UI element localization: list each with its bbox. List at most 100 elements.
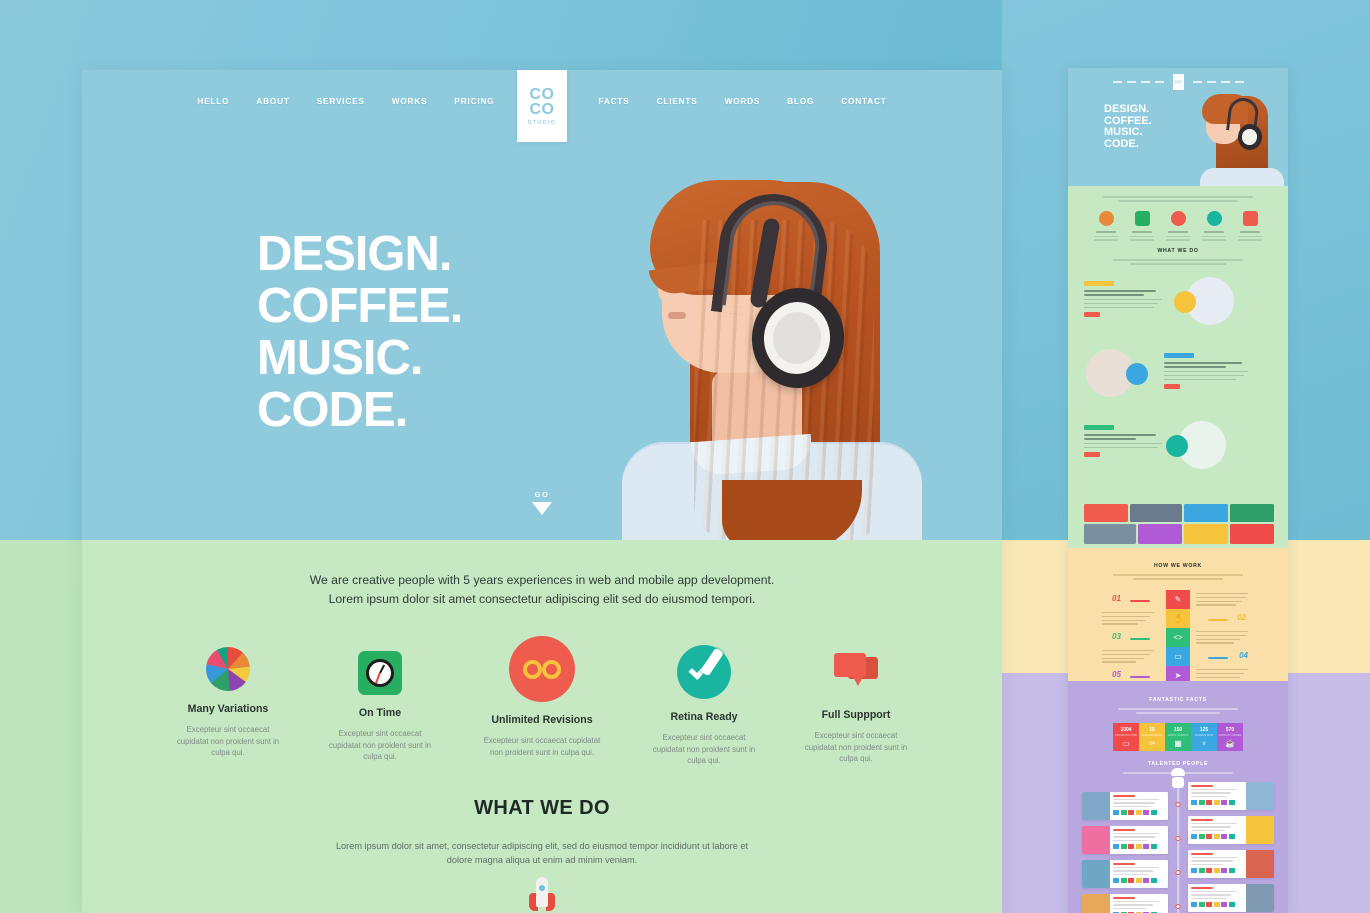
thumb-step-column: ✎ ✋ <> ▭ ➤: [1166, 590, 1190, 685]
what-we-do-subtext-line-2: dolore magna aliqua ut enim ad minim ven…: [446, 854, 638, 865]
thumb-step-text: [1196, 669, 1252, 680]
nav-item-facts[interactable]: FACTS: [598, 97, 629, 106]
service-read-more-button[interactable]: [1164, 384, 1180, 390]
thumb-portfolio-grid: [1084, 504, 1274, 546]
infinity-icon: [509, 636, 575, 702]
thumb-facts-team-section: FANTASTIC FACTS 1004 PROJECTS DONE ▭ 15 …: [1068, 681, 1288, 913]
feature-title: Unlimited Revisions: [491, 714, 593, 726]
what-we-do-subtext: Lorem ipsum dolor sit amet, consectetur …: [82, 839, 1002, 867]
hair-tip: [722, 480, 862, 540]
scroll-down-button[interactable]: GO: [532, 490, 552, 515]
feature-item[interactable]: Unlimited Revisions Excepteur sint occae…: [456, 636, 628, 767]
team-card[interactable]: [1082, 826, 1168, 854]
thumb-hero-line-1: DESIGN.: [1104, 103, 1150, 115]
feature-item[interactable]: Retina Ready Excepteur sint occaecat cup…: [628, 645, 780, 767]
portfolio-card[interactable]: [1184, 504, 1228, 522]
avatar: [1082, 860, 1110, 888]
nav-item-blog[interactable]: BLOG: [787, 97, 814, 106]
feature-item[interactable]: Full Suppport Excepteur sint occaecat cu…: [780, 647, 932, 767]
social-links[interactable]: [1113, 843, 1165, 849]
nav-item-services[interactable]: SERVICES: [317, 97, 365, 106]
feature-item[interactable]: On Time Excepteur sint occaecat cupidata…: [304, 647, 456, 767]
infinity-icon: [1170, 211, 1186, 226]
avatar: [1246, 782, 1274, 810]
avatar: [1246, 850, 1274, 878]
hero-line-2: COFFEE.: [257, 279, 463, 333]
hero-line-4: CODE.: [257, 383, 408, 437]
site-logo[interactable]: CO CO STUDIO: [517, 70, 567, 142]
nav-item-words[interactable]: WORDS: [725, 97, 761, 106]
thumb-step-number: 05: [1112, 670, 1121, 679]
nav-item-works[interactable]: WORKS: [392, 97, 428, 106]
thumb-service-block: [1068, 275, 1288, 337]
service-read-more-button[interactable]: [1084, 312, 1100, 318]
service-tag: [1084, 424, 1114, 430]
feature-text: Excepteur sint occaecat cupidatat non pr…: [652, 733, 756, 765]
trophy-icon: ♆: [1201, 738, 1207, 748]
portfolio-card[interactable]: [1184, 524, 1228, 544]
chat-bubbles-icon: [834, 653, 878, 697]
fact-caption: AWARDS WON: [1194, 733, 1214, 737]
fact-caption: CUPS OF COFFEE: [1218, 733, 1242, 737]
thumb-feature: [1237, 211, 1263, 241]
team-card[interactable]: [1188, 816, 1274, 844]
monitor-icon: [1174, 290, 1196, 313]
thumb-text-line: [1136, 712, 1220, 714]
social-links[interactable]: [1191, 833, 1243, 839]
team-card[interactable]: [1188, 782, 1274, 810]
nav-group-right: FACTS CLIENTS WORDS BLOG CONTACT: [598, 97, 886, 106]
portfolio-card[interactable]: [1230, 504, 1274, 522]
main-page-mockup: HELLO ABOUT SERVICES WORKS PRICING FACTS…: [82, 70, 1002, 913]
thumb-text-line: [1113, 258, 1243, 261]
feature-title: Full Suppport: [821, 709, 891, 721]
checkmark-pen-icon: [677, 645, 731, 699]
color-wheel-pie-icon: [206, 647, 250, 691]
fact-card: 570 CUPS OF COFFEE ☕: [1217, 723, 1243, 751]
timeline-dot: [1175, 870, 1181, 875]
team-card[interactable]: [1188, 850, 1274, 878]
thumb-hero: CO DESIGN. COFFEE. MUSIC. CODE.: [1068, 68, 1288, 186]
nav-item-contact[interactable]: CONTACT: [841, 97, 886, 106]
feature-title: Many Variations: [187, 703, 269, 715]
nav-item-about[interactable]: ABOUT: [256, 97, 289, 106]
feature-text: Excepteur sint occaecat cupidatat non pr…: [483, 736, 601, 757]
clock-icon: [1134, 211, 1150, 226]
portfolio-card[interactable]: [1230, 524, 1274, 544]
thumb-text-line: [1133, 578, 1223, 580]
team-card[interactable]: [1082, 792, 1168, 820]
portfolio-card[interactable]: [1084, 504, 1128, 522]
social-links[interactable]: [1191, 867, 1243, 873]
thumb-talented-people-heading: TALENTED PEOPLE: [1147, 761, 1209, 767]
thumb-feature-row: [1068, 211, 1288, 241]
thumb-team-timeline: [1068, 768, 1288, 913]
thumb-logo: CO: [1172, 74, 1184, 90]
nav-item-pricing[interactable]: PRICING: [454, 97, 494, 106]
thumb-feature: [1165, 211, 1191, 241]
service-tag: [1084, 280, 1114, 286]
fact-value: 15: [1149, 726, 1155, 733]
briefcase-icon: ▦: [1174, 738, 1182, 748]
nav-item-hello[interactable]: HELLO: [197, 97, 229, 106]
thumb-text-line: [1118, 708, 1238, 710]
social-links[interactable]: [1113, 809, 1165, 815]
team-card[interactable]: [1082, 894, 1168, 913]
team-card[interactable]: [1082, 860, 1168, 888]
full-page-thumbnail[interactable]: CO DESIGN. COFFEE. MUSIC. CODE. WHAT WE …: [1068, 68, 1288, 913]
thumb-text-line: [1118, 200, 1238, 202]
thumb-nav-dash: [1154, 81, 1164, 83]
fact-value: 570: [1225, 726, 1235, 733]
service-read-more-button[interactable]: [1084, 452, 1100, 458]
nav-item-clients[interactable]: CLIENTS: [657, 97, 698, 106]
portfolio-card[interactable]: [1130, 504, 1182, 522]
social-links[interactable]: [1191, 901, 1243, 907]
social-links[interactable]: [1191, 799, 1243, 805]
feature-item[interactable]: Many Variations Excepteur sint occaecat …: [152, 647, 304, 767]
feature-text: Excepteur sint occaecat cupidatat non pr…: [328, 729, 432, 761]
timeline-dot: [1175, 904, 1181, 909]
thumb-navigation: CO: [1068, 74, 1288, 90]
thumb-logo-text: CO: [1175, 79, 1181, 84]
portfolio-card[interactable]: [1084, 524, 1136, 544]
portfolio-card[interactable]: [1138, 524, 1182, 544]
team-card[interactable]: [1188, 884, 1274, 912]
social-links[interactable]: [1113, 877, 1165, 883]
